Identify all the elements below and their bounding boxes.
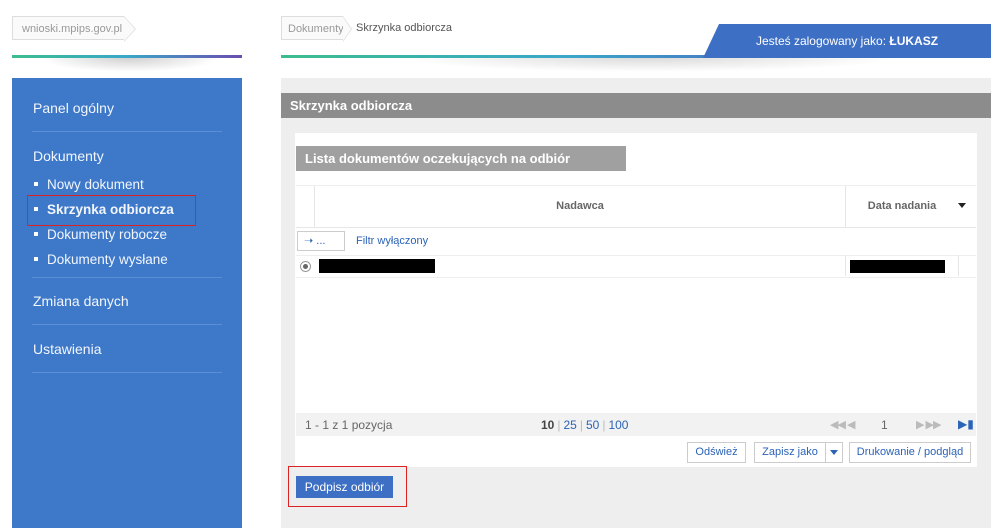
login-user: ŁUKASZ bbox=[889, 34, 939, 48]
pager-current-page: 1 bbox=[881, 418, 888, 432]
column-header-date[interactable]: Data nadania bbox=[846, 186, 958, 227]
filter-status-link[interactable]: Filtr wyłączony bbox=[356, 235, 428, 247]
sidebar-item-panel[interactable]: Panel ogólny bbox=[33, 100, 114, 116]
breadcrumb-root[interactable]: Dokumenty bbox=[281, 16, 352, 42]
left-shadow bbox=[40, 58, 220, 72]
refresh-button[interactable]: Odśwież bbox=[687, 442, 746, 463]
sidebar-subitem-drafts[interactable]: Dokumenty robocze bbox=[34, 227, 167, 242]
grid-header: Nadawca Data nadania bbox=[296, 185, 976, 228]
sidebar-divider bbox=[32, 372, 222, 373]
inbox-highlight-box bbox=[27, 195, 196, 226]
pager-info: 1 - 1 z 1 pozycja bbox=[305, 418, 393, 432]
sidebar-item-change-data[interactable]: Zmiana danych bbox=[33, 293, 129, 309]
sidebar-divider bbox=[32, 277, 222, 278]
column-divider bbox=[958, 255, 959, 276]
redacted-sender bbox=[319, 259, 435, 273]
bullet-icon bbox=[34, 257, 38, 262]
sidebar-subitem-sent[interactable]: Dokumenty wysłane bbox=[34, 252, 168, 267]
pager: 1 - 1 z 1 pozycja 10 | 25 | 50 | 100 ◀◀ ◀ 1 ▶ … bbox=[296, 413, 976, 436]
bullet-icon bbox=[34, 232, 38, 237]
pager-next-last-icon[interactable]: ▶ ▶▶ bbox=[916, 418, 941, 431]
filter-arrow-icon: ➝ bbox=[304, 235, 314, 247]
site-url-pill[interactable]: wnioski.mpips.gov.pl bbox=[12, 16, 136, 42]
sidebar-subitem-new-document[interactable]: Nowy dokument bbox=[34, 177, 144, 192]
pager-expand-icon[interactable]: ▶▮ bbox=[958, 417, 974, 431]
sidebar-divider bbox=[32, 324, 222, 325]
sidebar-item-documents[interactable]: Dokumenty bbox=[33, 148, 104, 164]
sign-receipt-button[interactable]: Podpisz odbiór bbox=[296, 476, 393, 498]
column-divider bbox=[845, 255, 846, 276]
page-size-25[interactable]: 25 bbox=[563, 418, 576, 432]
table-row[interactable] bbox=[296, 255, 976, 278]
print-preview-button[interactable]: Drukowanie / podgląd bbox=[849, 442, 971, 463]
page-size-10[interactable]: 10 bbox=[541, 418, 554, 432]
filter-button[interactable]: ➝ ... bbox=[297, 231, 345, 251]
breadcrumb-current: Skrzynka odbiorcza bbox=[356, 22, 452, 34]
row-radio[interactable] bbox=[300, 261, 311, 272]
page-size-selector: 10 | 25 | 50 | 100 bbox=[541, 418, 629, 432]
column-header-sender[interactable]: Nadawca bbox=[315, 186, 845, 227]
top-shadow bbox=[400, 58, 900, 72]
right-edge bbox=[991, 58, 997, 528]
bullet-icon bbox=[34, 182, 38, 187]
page-size-100[interactable]: 100 bbox=[608, 418, 628, 432]
sidebar-divider bbox=[32, 131, 222, 132]
sort-dropdown-icon[interactable] bbox=[958, 203, 966, 208]
pager-first-prev-icon[interactable]: ◀◀ ◀ bbox=[830, 418, 855, 431]
save-as-button[interactable]: Zapisz jako bbox=[754, 442, 826, 463]
sidebar-item-settings[interactable]: Ustawienia bbox=[33, 341, 101, 357]
list-title: Lista dokumentów oczekujących na odbiór bbox=[296, 146, 626, 171]
page-size-50[interactable]: 50 bbox=[586, 418, 599, 432]
save-as-dropdown[interactable] bbox=[825, 442, 843, 463]
sidebar: Panel ogólny Dokumenty Nowy dokument Skr… bbox=[12, 78, 242, 528]
login-banner: Jesteś zalogowany jako: ŁUKASZ bbox=[703, 24, 991, 58]
redacted-date bbox=[850, 260, 945, 273]
chevron-down-icon bbox=[830, 450, 838, 455]
page-title: Skrzynka odbiorcza bbox=[281, 93, 991, 118]
